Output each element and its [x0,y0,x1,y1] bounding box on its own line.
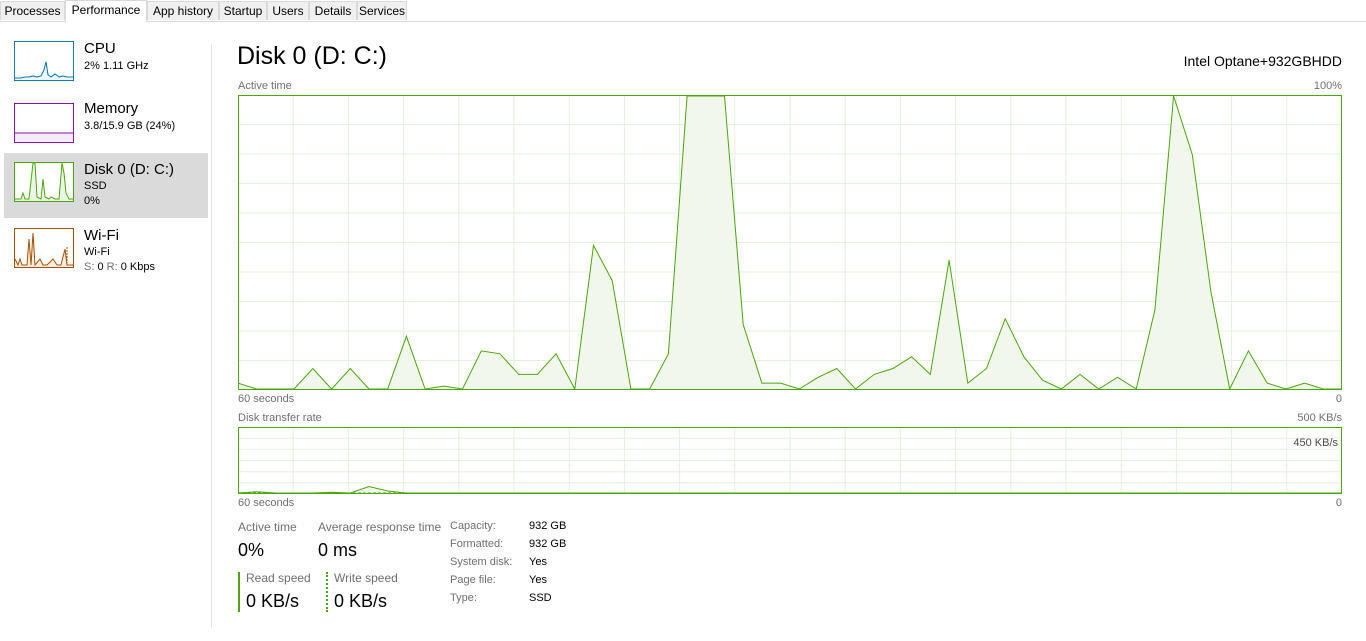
wifi-send-label: S: [84,261,95,273]
disk-title: Disk 0 (D: C:) [84,161,174,178]
sidebar-item-cpu[interactable]: CPU 2% 1.11 GHz [4,36,208,101]
page-file-label: Page file: [450,574,496,586]
formatted-value: 932 GB [529,538,567,550]
system-disk-value: Yes [529,556,547,568]
capacity-value: 932 GB [529,520,567,532]
wifi-thumbnail-graph [14,228,74,268]
avg-response-stat-value: 0 ms [318,540,358,560]
tab-processes[interactable]: Processes [0,1,65,20]
wifi-send-value: 0 [97,261,104,273]
wifi-receive-label: R: [106,261,118,273]
cpu-thumbnail-graph [14,41,74,81]
active-time-stat-value: 0% [238,540,265,560]
tab-bar: Processes Performance App history Startu… [0,0,1366,22]
active-time-chart-min: 0 [1335,393,1342,405]
sidebar-divider [211,44,212,628]
sidebar-item-wifi[interactable]: Wi-Fi Wi-Fi S: 0 R: 0 Kbps [4,222,208,287]
transfer-rate-chart-min: 0 [1335,497,1342,509]
formatted-label: Formatted: [450,538,504,550]
avg-response-stat-label: Average response time [318,520,442,534]
active-time-chart-max: 100% [1313,80,1342,92]
memory-thumbnail-graph [14,103,74,143]
tab-users[interactable]: Users [267,1,309,20]
cpu-title: CPU [84,40,116,57]
cpu-usage-text: 2% 1.11 GHz [84,60,149,72]
wifi-receive-value: 0 Kbps [120,261,155,273]
active-time-chart-duration: 60 seconds [238,393,295,405]
disk-thumbnail-graph [14,162,74,202]
write-speed-stat-label: Write speed [334,571,398,585]
disk-usage-text: 0% [84,195,100,207]
disk-model-name: Intel Optane+932GBHDD [1183,53,1342,69]
tab-startup[interactable]: Startup [219,1,267,20]
transfer-rate-inner-scale: 450 KB/s [1293,437,1338,449]
active-time-chart [238,95,1342,390]
memory-title: Memory [84,100,139,117]
transfer-rate-chart [238,427,1342,494]
active-time-chart-label: Active time [238,80,292,92]
tab-services[interactable]: Services [357,1,407,20]
wifi-throughput-text: S: 0 R: 0 Kbps [84,261,155,273]
active-time-stat-label: Active time [238,520,297,534]
transfer-rate-chart-max: 500 KB/s [1297,412,1342,424]
capacity-label: Capacity: [450,520,496,532]
tab-performance[interactable]: Performance [65,0,147,22]
transfer-rate-chart-label: Disk transfer rate [238,412,322,424]
type-label: Type: [450,592,477,604]
page-file-value: Yes [529,574,547,586]
type-value: SSD [529,592,552,604]
system-disk-label: System disk: [450,556,513,568]
tab-details[interactable]: Details [309,1,357,20]
page-title: Disk 0 (D: C:) [237,42,387,70]
sidebar-item-memory[interactable]: Memory 3.8/15.9 GB (24%) [4,96,208,161]
read-speed-stat-label: Read speed [246,571,311,585]
memory-usage-text: 3.8/15.9 GB (24%) [84,120,176,132]
disk-type-text: SSD [84,180,107,192]
read-speed-stat-value: 0 KB/s [246,591,300,611]
wifi-title: Wi-Fi [84,227,119,244]
read-speed-legend-bar [238,572,240,612]
sidebar-item-disk-0[interactable]: Disk 0 (D: C:) SSD 0% [4,153,208,218]
write-speed-stat-value: 0 KB/s [334,591,388,611]
transfer-rate-chart-duration: 60 seconds [238,497,295,509]
write-speed-legend-bar [326,572,328,612]
tab-app-history[interactable]: App history [147,1,219,20]
wifi-adapter-text: Wi-Fi [84,246,110,258]
